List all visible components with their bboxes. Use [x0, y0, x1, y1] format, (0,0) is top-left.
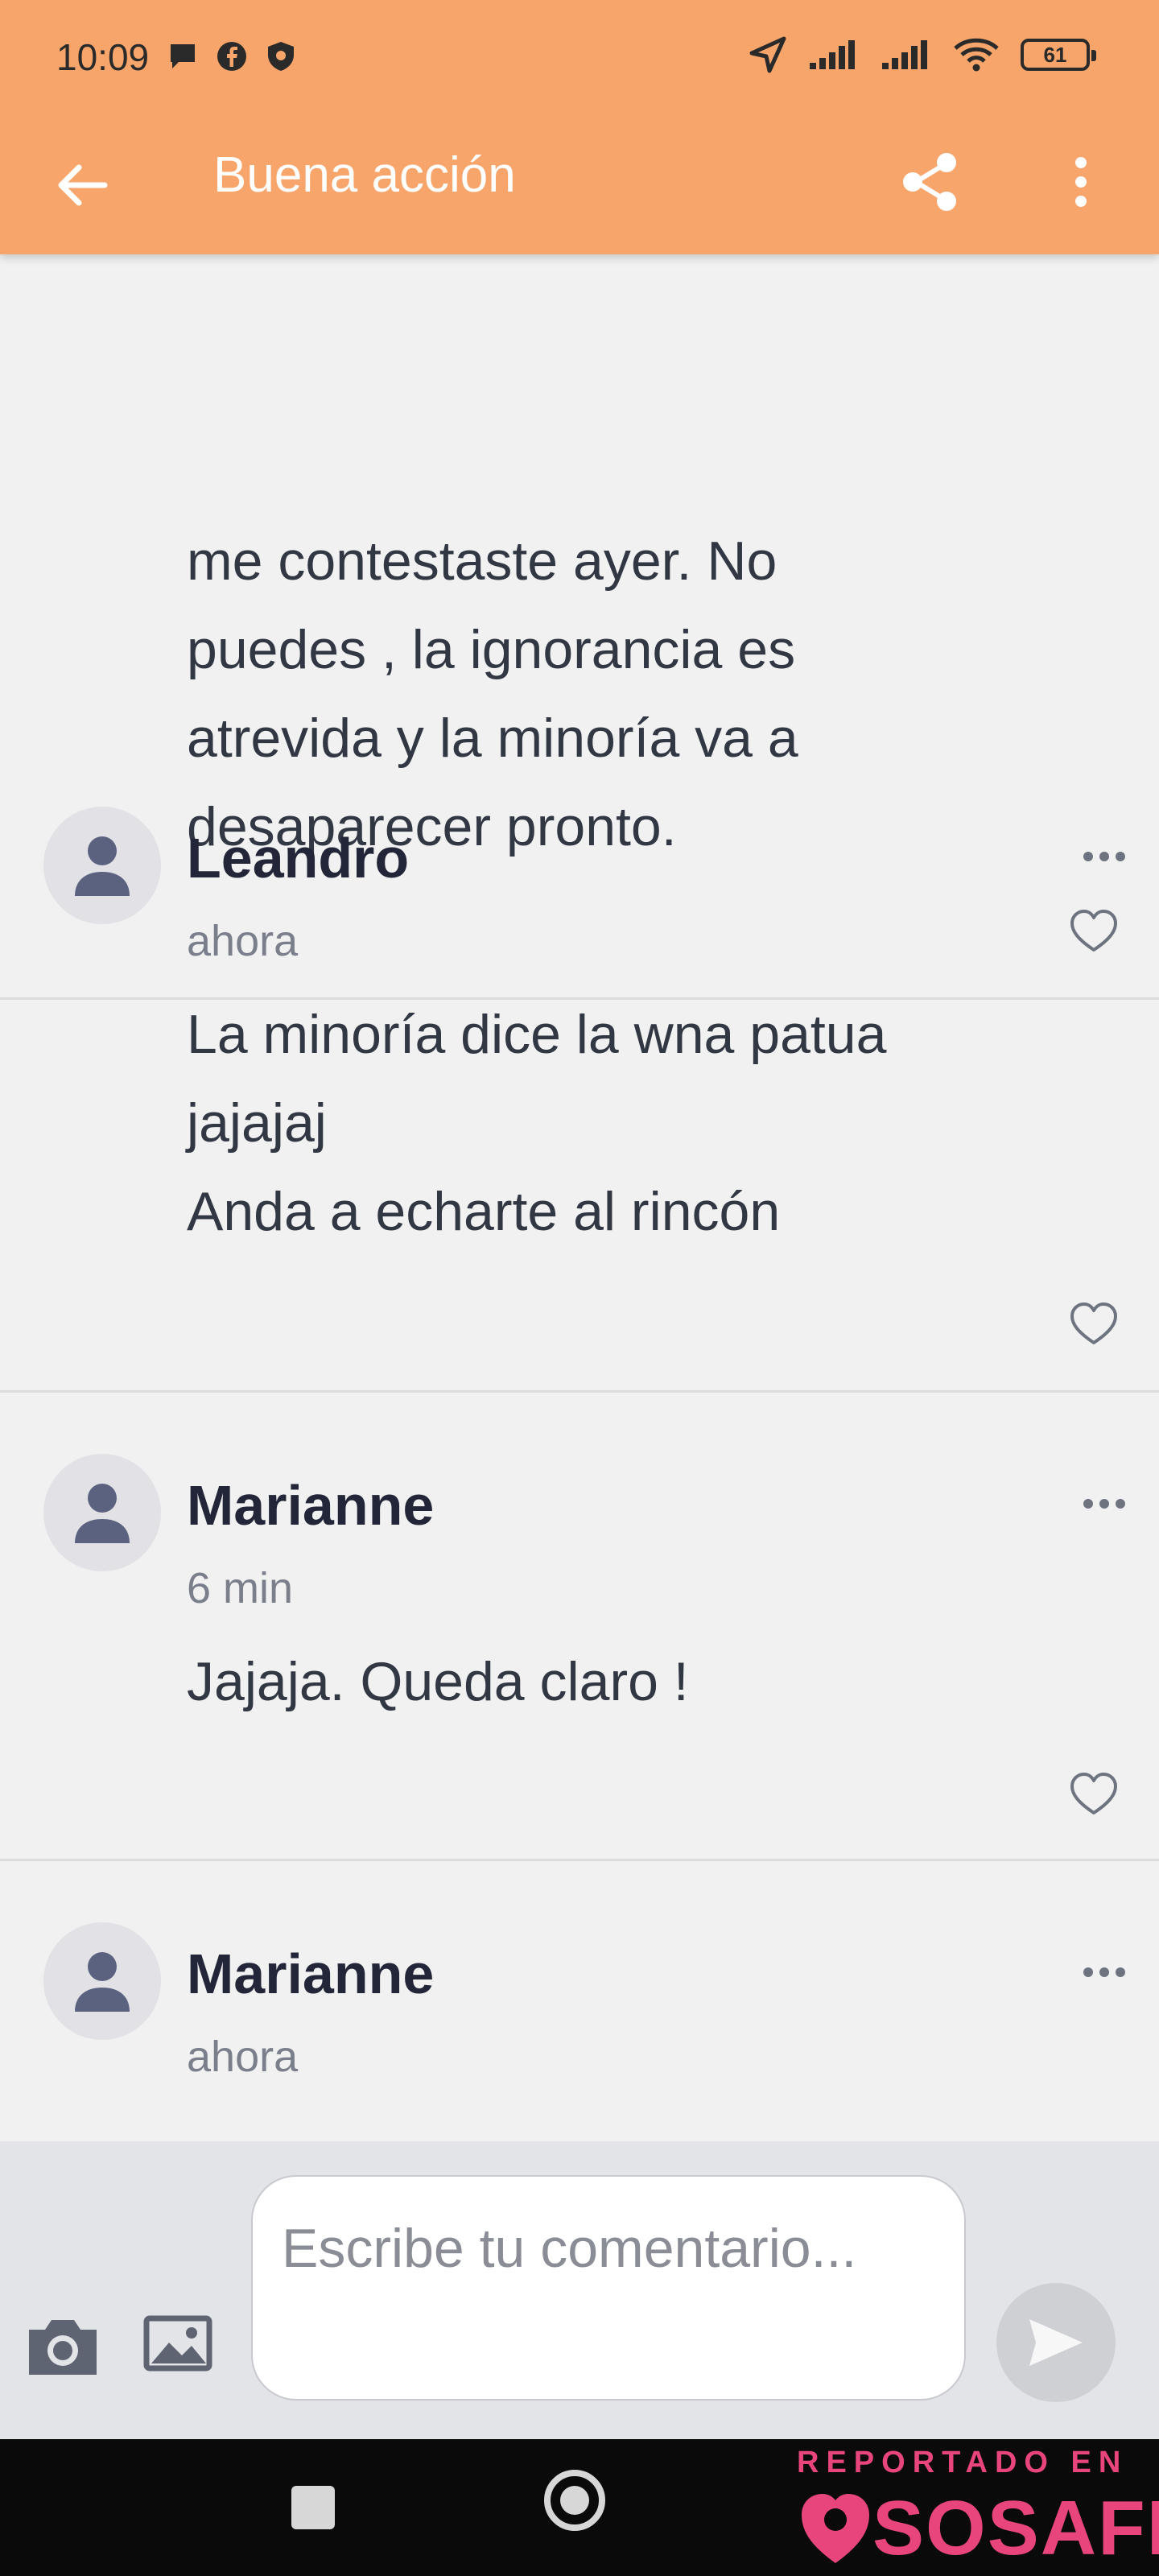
comment-item: Leandro ahora La minoría dice la wna pat… — [0, 745, 1159, 1393]
toolbar: Buena acción — [0, 121, 1159, 254]
comment-author[interactable]: Marianne — [187, 1473, 434, 1538]
send-icon — [1029, 2319, 1083, 2366]
comment-author[interactable]: Leandro — [187, 826, 409, 890]
facebook-icon — [217, 42, 246, 71]
avatar[interactable] — [43, 807, 161, 924]
comment-input[interactable] — [251, 2175, 966, 2401]
avatar[interactable] — [43, 1454, 161, 1571]
share-icon[interactable] — [893, 145, 967, 219]
image-gallery-icon[interactable] — [142, 2307, 214, 2380]
battery-level: 61 — [1043, 42, 1067, 67]
avatar[interactable] — [43, 1922, 161, 2040]
comment-item: Marianne 6 min Jajaja. Queda claro ! — [0, 1393, 1159, 1861]
comment-author[interactable]: Marianne — [187, 1942, 434, 2006]
signal-2-icon — [882, 40, 927, 69]
heart-icon[interactable] — [1069, 1301, 1119, 1348]
comment-composer — [0, 2141, 1159, 2439]
recent-apps-button[interactable] — [291, 2486, 335, 2529]
wifi-icon — [954, 38, 999, 72]
comment-time: ahora — [187, 2033, 299, 2081]
comment-feed[interactable]: me contestaste ayer. No puedes , la igno… — [0, 254, 1159, 2141]
page-title: Buena acción — [213, 147, 516, 203]
sosafe-logo-icon — [802, 2494, 869, 2563]
more-options-icon[interactable] — [1061, 145, 1101, 219]
location-icon — [749, 36, 786, 73]
comment-options-icon[interactable] — [1079, 1488, 1130, 1520]
user-icon — [75, 1952, 130, 2012]
comment-item: Marianne ahora — [0, 1861, 1159, 2141]
heart-icon[interactable] — [1069, 1771, 1119, 1818]
status-bar: 10:09 61 — [0, 0, 1159, 121]
notification-icons — [167, 40, 296, 72]
camera-icon[interactable] — [24, 2312, 101, 2380]
shield-icon — [268, 42, 294, 71]
message-notification-icon — [171, 44, 195, 68]
comment-options-icon[interactable] — [1079, 840, 1130, 873]
comment-text: Jajaja. Queda claro ! — [187, 1651, 689, 1712]
send-button[interactable] — [996, 2283, 1116, 2402]
system-icons: 61 — [749, 35, 1096, 74]
battery-icon: 61 — [1021, 39, 1096, 71]
signal-icon — [810, 40, 855, 69]
comment-time: 6 min — [187, 1564, 294, 1612]
status-time: 10:09 — [56, 36, 150, 78]
watermark-brand: SOSAFE — [872, 2485, 1159, 2571]
home-button[interactable] — [544, 2470, 605, 2531]
comment-text: La minoría dice la wna patua jajajaj And… — [187, 1004, 887, 1242]
app-bar: 10:09 61 Buena acción — [0, 0, 1159, 254]
sosafe-watermark: REPORTADO EN SOSAFE — [792, 2441, 1159, 2576]
comment-time: ahora — [187, 917, 299, 965]
user-icon — [75, 836, 130, 896]
user-icon — [75, 1484, 130, 1543]
watermark-caption: REPORTADO EN — [797, 2446, 1128, 2479]
back-arrow-icon[interactable] — [50, 153, 114, 217]
comment-options-icon[interactable] — [1079, 1956, 1130, 1988]
